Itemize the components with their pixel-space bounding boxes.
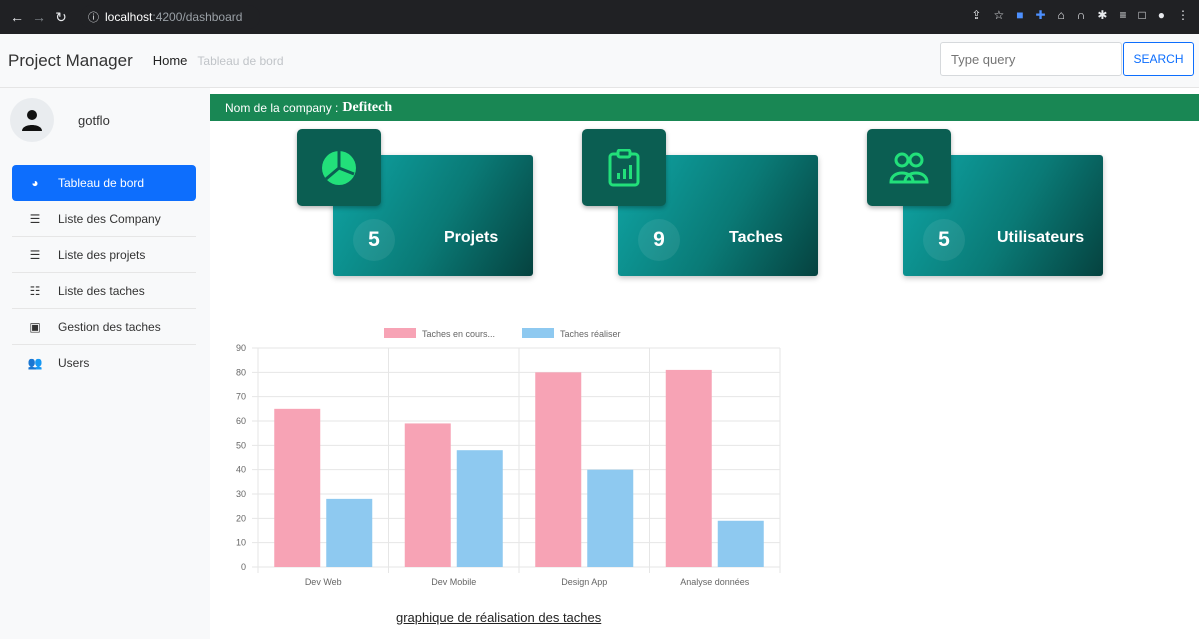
reload-icon[interactable]: ↻: [50, 9, 72, 26]
top-navbar: Project Manager Home Tableau de bord SEA…: [0, 34, 1199, 88]
pie-chart-icon: [297, 129, 381, 206]
extension-icon[interactable]: ∩: [1077, 8, 1086, 22]
bar: [665, 369, 712, 567]
bar: [587, 469, 634, 567]
users-icon: 👥: [27, 356, 43, 370]
stat-projets[interactable]: 5 Projets: [297, 129, 537, 279]
extension-icon[interactable]: ⌂: [1058, 8, 1065, 22]
sidebar-item-label: Liste des taches: [58, 283, 145, 298]
users-icon: [867, 129, 951, 206]
browser-toolbar: ← → ↻ ⓘ localhost :4200/dashboard ⇪ ☆ ■ …: [0, 0, 1199, 34]
nav-home-link[interactable]: Home: [153, 53, 188, 68]
stat-label: Projets: [444, 229, 499, 246]
sidebar-item-label: Liste des Company: [58, 211, 161, 226]
window-icon[interactable]: □: [1139, 8, 1146, 22]
y-tick-label: 40: [236, 465, 246, 475]
sidebar-item-label: Tableau de bord: [58, 176, 145, 190]
y-tick-label: 50: [236, 440, 246, 450]
company-bar: Nom de la company : Defitech: [210, 94, 1199, 121]
list-icon: ☰: [29, 247, 41, 262]
sidebar-item-gestion-taches[interactable]: ▣ Gestion des taches: [12, 309, 196, 345]
url-host: localhost: [105, 10, 153, 24]
sidebar-item-liste-company[interactable]: ☰ Liste des Company: [12, 201, 196, 237]
chart-svg: 0 10 20 30 40 50 60 70 80 90 Dev Web Dev Mobile Desi…: [236, 328, 781, 587]
legend-label: Taches en cours...: [422, 329, 495, 339]
y-tick-label: 90: [236, 343, 246, 353]
extension-icon[interactable]: ✚: [1035, 8, 1045, 22]
sidebar-item-tableau-de-bord[interactable]: ◕ Tableau de bord: [12, 165, 196, 201]
sidebar: gotflo ◕ Tableau de bord ☰ Liste des Com…: [0, 88, 210, 639]
address-bar[interactable]: ⓘ localhost :4200/dashboard: [80, 5, 260, 29]
profile-avatar-icon[interactable]: ●: [1158, 8, 1165, 22]
username: gotflo: [78, 112, 110, 128]
x-tick-label: Dev Mobile: [431, 577, 476, 587]
user-profile: gotflo: [10, 98, 110, 142]
stat-label: Utilisateurs: [997, 229, 1085, 246]
bar: [717, 520, 764, 567]
kebab-menu-icon[interactable]: ⋮: [1177, 8, 1189, 22]
legend-swatch: [384, 328, 416, 338]
brand[interactable]: Project Manager: [8, 51, 133, 71]
y-tick-label: 60: [236, 416, 246, 426]
sidebar-item-label: Liste des projets: [58, 247, 146, 262]
list-icon: ☰: [29, 211, 41, 226]
legend-swatch: [522, 328, 554, 338]
clipboard-chart-icon: [582, 129, 666, 206]
y-tick-label: 70: [236, 392, 246, 402]
search-input[interactable]: [940, 42, 1122, 76]
sidebar-item-label: Gestion des taches: [58, 319, 161, 334]
sidebar-menu: ◕ Tableau de bord ☰ Liste des Company ☰ …: [12, 165, 196, 381]
clipboard-icon: ▣: [29, 319, 41, 334]
x-tick-label: Analyse données: [680, 577, 750, 587]
sidebar-item-liste-taches[interactable]: ☷ Liste des taches: [12, 273, 196, 309]
extension-icon[interactable]: ■: [1016, 8, 1023, 22]
x-tick-label: Dev Web: [305, 577, 342, 587]
stat-value: 9: [638, 219, 680, 261]
bar-chart: 0 10 20 30 40 50 60 70 80 90 Dev Web Dev Mobile Desi…: [220, 320, 790, 600]
star-icon[interactable]: ☆: [993, 8, 1004, 22]
bar: [456, 450, 503, 567]
stat-utilisateurs[interactable]: 5 Utilisateurs: [867, 129, 1107, 279]
company-label: Nom de la company :: [225, 100, 339, 115]
stat-taches[interactable]: 9 Taches: [582, 129, 822, 279]
chart-caption[interactable]: graphique de réalisation des taches: [396, 610, 601, 625]
bar: [404, 423, 451, 567]
bar: [535, 372, 582, 567]
stat-label: Taches: [729, 229, 783, 246]
breadcrumb[interactable]: Tableau de bord: [197, 54, 283, 68]
stat-value: 5: [353, 219, 395, 261]
x-tick-label: Design App: [561, 577, 607, 587]
y-tick-label: 20: [236, 513, 246, 523]
sidebar-item-liste-projets[interactable]: ☰ Liste des projets: [12, 237, 196, 273]
sidebar-item-users[interactable]: 👥 Users: [12, 345, 196, 381]
y-tick-label: 0: [241, 562, 246, 572]
legend-label: Taches réaliser: [560, 329, 621, 339]
playlist-icon[interactable]: ≡: [1119, 8, 1126, 22]
dashboard-icon: ◕: [31, 176, 39, 190]
y-tick-label: 30: [236, 489, 246, 499]
y-tick-label: 10: [236, 538, 246, 548]
share-icon[interactable]: ⇪: [971, 8, 981, 22]
extension-icons: ⇪ ☆ ■ ✚ ⌂ ∩ ✱ ≡ □ ● ⋮: [971, 8, 1189, 22]
company-name: Defitech: [342, 99, 393, 115]
user-icon: [22, 110, 42, 131]
bar: [274, 408, 321, 567]
stat-value: 5: [923, 219, 965, 261]
info-icon: ⓘ: [88, 12, 99, 24]
url-path: :4200/dashboard: [152, 10, 243, 24]
search-button[interactable]: SEARCH: [1123, 42, 1194, 76]
sidebar-item-label: Users: [58, 356, 90, 370]
bar: [326, 498, 373, 567]
avatar: [10, 98, 54, 142]
pin-icon[interactable]: ✱: [1097, 8, 1107, 22]
back-arrow-icon[interactable]: ←: [6, 9, 28, 25]
checklist-icon: ☷: [29, 283, 41, 298]
forward-arrow-icon[interactable]: →: [28, 9, 50, 25]
y-tick-label: 80: [236, 367, 246, 377]
